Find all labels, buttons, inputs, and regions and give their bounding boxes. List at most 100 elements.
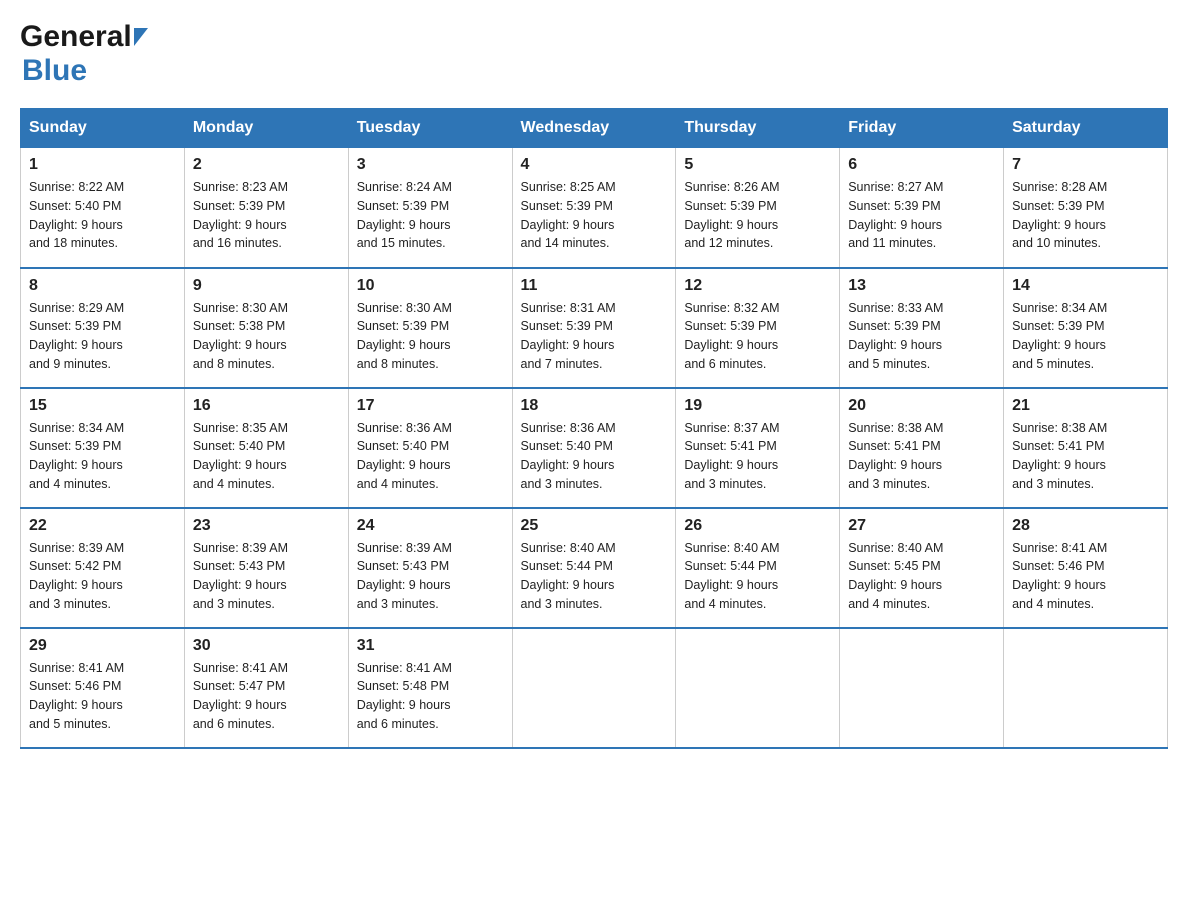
col-thursday: Thursday [676, 109, 840, 148]
calendar-cell: 31 Sunrise: 8:41 AMSunset: 5:48 PMDayligh… [348, 628, 512, 748]
calendar-cell: 29 Sunrise: 8:41 AMSunset: 5:46 PMDayligh… [21, 628, 185, 748]
calendar-cell: 17 Sunrise: 8:36 AMSunset: 5:40 PMDayligh… [348, 388, 512, 508]
day-info: Sunrise: 8:34 AMSunset: 5:39 PMDaylight:… [1012, 299, 1159, 374]
day-number: 8 [29, 277, 176, 295]
day-info: Sunrise: 8:33 AMSunset: 5:39 PMDaylight:… [848, 299, 995, 374]
day-info: Sunrise: 8:30 AMSunset: 5:38 PMDaylight:… [193, 299, 340, 374]
day-number: 2 [193, 156, 340, 174]
day-info: Sunrise: 8:26 AMSunset: 5:39 PMDaylight:… [684, 178, 831, 253]
calendar-cell: 7 Sunrise: 8:28 AMSunset: 5:39 PMDaylight… [1004, 148, 1168, 268]
calendar-cell: 12Sunrise: 8:32 AMSunset: 5:39 PMDayligh… [676, 268, 840, 388]
day-number: 29 [29, 637, 176, 655]
day-info: Sunrise: 8:38 AMSunset: 5:41 PMDaylight:… [1012, 419, 1159, 494]
day-number: 7 [1012, 156, 1159, 174]
day-number: 24 [357, 517, 504, 535]
calendar-table: Sunday Monday Tuesday Wednesday Thursday… [20, 108, 1168, 749]
day-info: Sunrise: 8:36 AMSunset: 5:40 PMDaylight:… [357, 419, 504, 494]
day-number: 9 [193, 277, 340, 295]
day-number: 4 [521, 156, 668, 174]
day-number: 18 [521, 397, 668, 415]
calendar-cell: 19 Sunrise: 8:37 AMSunset: 5:41 PMDayligh… [676, 388, 840, 508]
day-info: Sunrise: 8:30 AMSunset: 5:39 PMDaylight:… [357, 299, 504, 374]
col-sunday: Sunday [21, 109, 185, 148]
day-info: Sunrise: 8:25 AMSunset: 5:39 PMDaylight:… [521, 178, 668, 253]
day-number: 22 [29, 517, 176, 535]
day-info: Sunrise: 8:41 AMSunset: 5:48 PMDaylight:… [357, 659, 504, 734]
day-number: 17 [357, 397, 504, 415]
calendar-cell [1004, 628, 1168, 748]
calendar-week-row: 22 Sunrise: 8:39 AMSunset: 5:42 PMDayligh… [21, 508, 1168, 628]
day-info: Sunrise: 8:41 AMSunset: 5:46 PMDaylight:… [29, 659, 176, 734]
calendar-cell: 26Sunrise: 8:40 AMSunset: 5:44 PMDayligh… [676, 508, 840, 628]
calendar-cell: 14 Sunrise: 8:34 AMSunset: 5:39 PMDayligh… [1004, 268, 1168, 388]
calendar-cell: 23 Sunrise: 8:39 AMSunset: 5:43 PMDayligh… [184, 508, 348, 628]
calendar-header-row: Sunday Monday Tuesday Wednesday Thursday… [21, 109, 1168, 148]
calendar-cell: 5Sunrise: 8:26 AMSunset: 5:39 PMDaylight… [676, 148, 840, 268]
logo: General Blue [20, 20, 148, 88]
logo-general: General [20, 20, 132, 54]
day-number: 31 [357, 637, 504, 655]
col-wednesday: Wednesday [512, 109, 676, 148]
calendar-cell [676, 628, 840, 748]
calendar-cell: 20 Sunrise: 8:38 AMSunset: 5:41 PMDayligh… [840, 388, 1004, 508]
calendar-cell: 6 Sunrise: 8:27 AMSunset: 5:39 PMDaylight… [840, 148, 1004, 268]
day-info: Sunrise: 8:35 AMSunset: 5:40 PMDaylight:… [193, 419, 340, 494]
day-number: 30 [193, 637, 340, 655]
day-info: Sunrise: 8:22 AMSunset: 5:40 PMDaylight:… [29, 178, 176, 253]
day-info: Sunrise: 8:38 AMSunset: 5:41 PMDaylight:… [848, 419, 995, 494]
day-info: Sunrise: 8:28 AMSunset: 5:39 PMDaylight:… [1012, 178, 1159, 253]
col-saturday: Saturday [1004, 109, 1168, 148]
day-info: Sunrise: 8:34 AMSunset: 5:39 PMDaylight:… [29, 419, 176, 494]
day-info: Sunrise: 8:40 AMSunset: 5:44 PMDaylight:… [521, 539, 668, 614]
calendar-cell: 11 Sunrise: 8:31 AMSunset: 5:39 PMDayligh… [512, 268, 676, 388]
day-number: 6 [848, 156, 995, 174]
day-number: 21 [1012, 397, 1159, 415]
day-number: 13 [848, 277, 995, 295]
day-info: Sunrise: 8:37 AMSunset: 5:41 PMDaylight:… [684, 419, 831, 494]
calendar-cell: 3 Sunrise: 8:24 AMSunset: 5:39 PMDaylight… [348, 148, 512, 268]
calendar-cell: 9 Sunrise: 8:30 AMSunset: 5:38 PMDaylight… [184, 268, 348, 388]
day-info: Sunrise: 8:41 AMSunset: 5:46 PMDaylight:… [1012, 539, 1159, 614]
page-header: General Blue [20, 20, 1168, 88]
day-number: 3 [357, 156, 504, 174]
day-number: 19 [684, 397, 831, 415]
calendar-cell: 16Sunrise: 8:35 AMSunset: 5:40 PMDayligh… [184, 388, 348, 508]
calendar-week-row: 8 Sunrise: 8:29 AMSunset: 5:39 PMDaylight… [21, 268, 1168, 388]
day-number: 25 [521, 517, 668, 535]
day-info: Sunrise: 8:29 AMSunset: 5:39 PMDaylight:… [29, 299, 176, 374]
day-info: Sunrise: 8:39 AMSunset: 5:42 PMDaylight:… [29, 539, 176, 614]
day-info: Sunrise: 8:31 AMSunset: 5:39 PMDaylight:… [521, 299, 668, 374]
day-number: 10 [357, 277, 504, 295]
col-tuesday: Tuesday [348, 109, 512, 148]
day-number: 23 [193, 517, 340, 535]
day-info: Sunrise: 8:40 AMSunset: 5:45 PMDaylight:… [848, 539, 995, 614]
day-number: 20 [848, 397, 995, 415]
day-info: Sunrise: 8:40 AMSunset: 5:44 PMDaylight:… [684, 539, 831, 614]
day-number: 11 [521, 277, 668, 295]
calendar-week-row: 29 Sunrise: 8:41 AMSunset: 5:46 PMDayligh… [21, 628, 1168, 748]
col-monday: Monday [184, 109, 348, 148]
calendar-cell: 1 Sunrise: 8:22 AMSunset: 5:40 PMDaylight… [21, 148, 185, 268]
day-info: Sunrise: 8:36 AMSunset: 5:40 PMDaylight:… [521, 419, 668, 494]
day-number: 28 [1012, 517, 1159, 535]
day-info: Sunrise: 8:27 AMSunset: 5:39 PMDaylight:… [848, 178, 995, 253]
day-info: Sunrise: 8:24 AMSunset: 5:39 PMDaylight:… [357, 178, 504, 253]
calendar-cell: 24 Sunrise: 8:39 AMSunset: 5:43 PMDayligh… [348, 508, 512, 628]
day-info: Sunrise: 8:23 AMSunset: 5:39 PMDaylight:… [193, 178, 340, 253]
calendar-cell: 2 Sunrise: 8:23 AMSunset: 5:39 PMDaylight… [184, 148, 348, 268]
day-info: Sunrise: 8:39 AMSunset: 5:43 PMDaylight:… [193, 539, 340, 614]
calendar-cell: 8 Sunrise: 8:29 AMSunset: 5:39 PMDaylight… [21, 268, 185, 388]
day-info: Sunrise: 8:39 AMSunset: 5:43 PMDaylight:… [357, 539, 504, 614]
calendar-cell: 25 Sunrise: 8:40 AMSunset: 5:44 PMDayligh… [512, 508, 676, 628]
calendar-cell: 27 Sunrise: 8:40 AMSunset: 5:45 PMDayligh… [840, 508, 1004, 628]
day-number: 14 [1012, 277, 1159, 295]
calendar-cell: 4 Sunrise: 8:25 AMSunset: 5:39 PMDaylight… [512, 148, 676, 268]
calendar-week-row: 1 Sunrise: 8:22 AMSunset: 5:40 PMDaylight… [21, 148, 1168, 268]
col-friday: Friday [840, 109, 1004, 148]
day-number: 27 [848, 517, 995, 535]
logo-blue: Blue [22, 54, 87, 88]
day-info: Sunrise: 8:41 AMSunset: 5:47 PMDaylight:… [193, 659, 340, 734]
day-number: 1 [29, 156, 176, 174]
day-info: Sunrise: 8:32 AMSunset: 5:39 PMDaylight:… [684, 299, 831, 374]
calendar-cell: 13 Sunrise: 8:33 AMSunset: 5:39 PMDayligh… [840, 268, 1004, 388]
